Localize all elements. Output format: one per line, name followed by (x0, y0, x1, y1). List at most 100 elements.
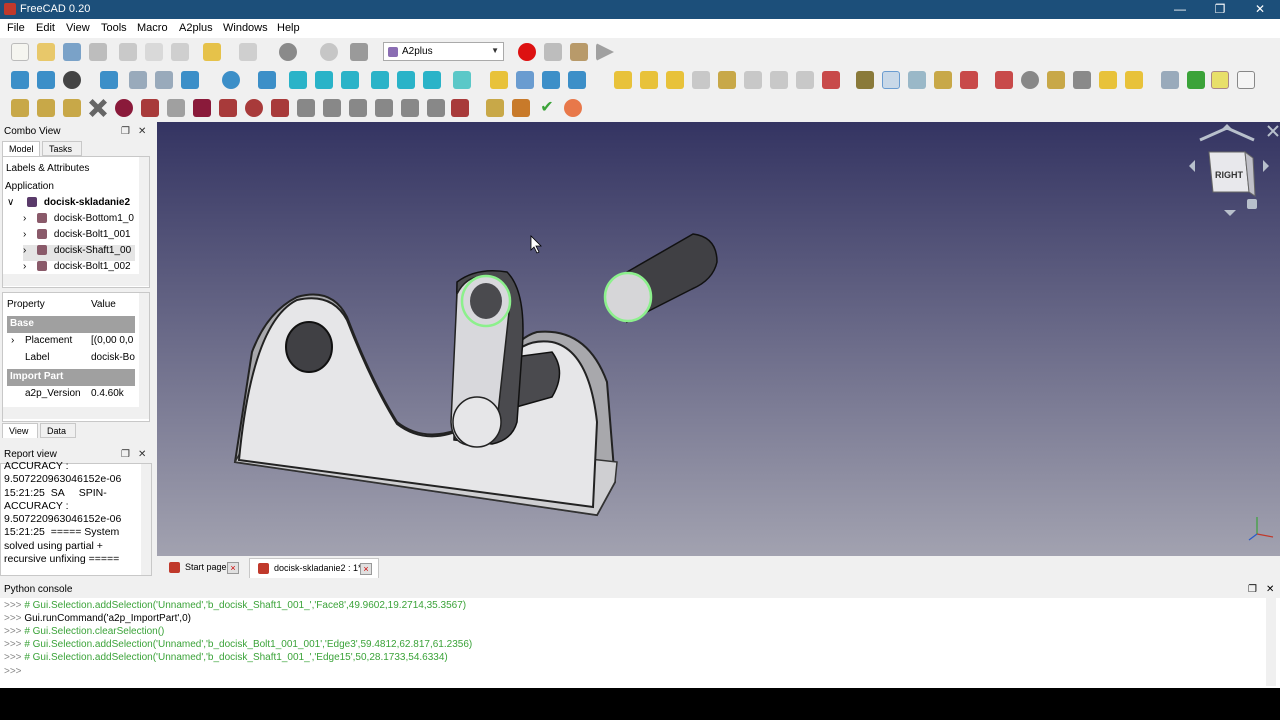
fit-all-icon[interactable] (11, 71, 29, 89)
parts-info-icon[interactable] (1211, 71, 1229, 89)
a2p-move-part-icon[interactable] (744, 71, 762, 89)
property-horizontal-scrollbar[interactable] (3, 407, 149, 419)
float-panel-icon[interactable]: ❐ (121, 126, 130, 137)
property-vertical-scrollbar[interactable] (139, 293, 149, 407)
macro-record-icon[interactable] (518, 43, 536, 61)
property-value[interactable]: 0.4.60k (91, 388, 135, 399)
close-button[interactable]: ✕ (1240, 0, 1280, 19)
chevron-down-icon[interactable]: ∨ (7, 197, 14, 208)
a2p-update-parts-icon[interactable] (640, 71, 658, 89)
save-icon[interactable] (63, 43, 81, 61)
draw-style-icon[interactable] (63, 71, 81, 89)
copy-icon[interactable] (145, 43, 163, 61)
zoom-icon[interactable] (222, 71, 240, 89)
3d-viewport[interactable]: RIGHT (157, 122, 1280, 556)
macro-run-icon[interactable] (596, 43, 614, 61)
forward-arrow-icon[interactable] (155, 71, 173, 89)
solver-icon[interactable] (486, 99, 504, 117)
menu-view[interactable]: View (66, 22, 90, 34)
view-bottom-icon[interactable] (397, 71, 415, 89)
a2p-tree-icon[interactable] (1161, 71, 1179, 89)
property-value[interactable]: [(0,00 0,0 (91, 335, 135, 346)
menu-a2plus[interactable]: A2plus (179, 22, 213, 34)
plane-angle-icon[interactable] (451, 99, 469, 117)
view-rear-icon[interactable] (371, 71, 389, 89)
console-input-line[interactable]: >>> (4, 666, 22, 677)
a2p-label-icon[interactable] (1099, 71, 1117, 89)
add-part-icon[interactable] (490, 71, 508, 89)
navcube-menu-icon[interactable] (1247, 199, 1257, 209)
point-on-plane-icon[interactable] (63, 99, 81, 117)
plane-parallel-icon[interactable] (297, 99, 315, 117)
property-row-label[interactable]: Label docisk-Bo (7, 350, 135, 367)
navcube-left-arrow-icon[interactable] (1189, 160, 1195, 172)
axis-coincident-icon[interactable] (167, 99, 185, 117)
a2p-transparency-icon[interactable] (1073, 71, 1091, 89)
menu-windows[interactable]: Windows (223, 22, 268, 34)
close-tab-icon[interactable]: × (227, 562, 239, 574)
a2p-shape-icon[interactable] (1125, 71, 1143, 89)
a2p-move-icon[interactable] (796, 71, 814, 89)
planes-coincident-icon[interactable] (349, 99, 367, 117)
refresh-check-icon[interactable] (279, 43, 297, 61)
a2p-edit-part-icon[interactable] (718, 71, 736, 89)
point-identity-icon[interactable] (11, 99, 29, 117)
plane-distance-icon[interactable] (427, 99, 445, 117)
paste-icon[interactable] (171, 43, 189, 61)
a2p-isolate-icon[interactable] (1047, 71, 1065, 89)
reset-parts-icon[interactable] (564, 99, 582, 117)
import-link-icon[interactable] (568, 71, 586, 89)
tab-tasks[interactable]: Tasks (42, 141, 82, 156)
shaft-end-face-selected[interactable] (603, 271, 653, 323)
measure-distance-icon[interactable] (453, 71, 471, 89)
close-panel-icon[interactable]: ✕ (138, 126, 146, 137)
a2p-duplicate-icon[interactable] (666, 71, 684, 89)
delete-constraint-icon[interactable] (89, 99, 107, 117)
view-right-icon[interactable] (341, 71, 359, 89)
chevron-right-icon[interactable]: › (23, 245, 26, 256)
property-value[interactable]: docisk-Bo (91, 352, 135, 363)
close-panel-icon[interactable]: ✕ (1266, 584, 1274, 595)
tree-item[interactable]: › docisk-Bolt1_001 (23, 229, 135, 245)
chevron-right-icon[interactable]: › (23, 213, 26, 224)
navcube-right-arrow-icon[interactable] (1263, 160, 1269, 172)
axis-plane-parallel-icon[interactable] (245, 99, 263, 117)
tree-item[interactable]: › docisk-Bolt1_002 (23, 261, 135, 273)
parts-list-icon[interactable] (1237, 71, 1255, 89)
console-vertical-scrollbar[interactable] (1266, 598, 1276, 686)
view-front-icon[interactable] (289, 71, 307, 89)
menu-edit[interactable]: Edit (36, 22, 55, 34)
angled-planes-icon[interactable] (323, 99, 341, 117)
a2p-delete-icon[interactable] (822, 71, 840, 89)
property-group-import-part[interactable]: Import Part (7, 369, 135, 386)
tab-view[interactable]: View (2, 423, 38, 438)
tree-vertical-scrollbar[interactable] (139, 157, 149, 274)
axial-alignment-icon[interactable] (193, 99, 211, 117)
tab-data[interactable]: Data (40, 423, 76, 438)
a2p-bom-icon[interactable] (995, 71, 1013, 89)
menu-macro[interactable]: Macro (137, 22, 168, 34)
tree-item[interactable]: › docisk-Bottom1_0 (23, 213, 135, 229)
a2p-flip-icon[interactable] (908, 71, 926, 89)
update-imported-parts-icon[interactable] (512, 99, 530, 117)
a2p-autosolve-icon[interactable] (882, 71, 900, 89)
workbench-selector[interactable]: A2plus ▼ (383, 42, 504, 61)
whats-this-icon[interactable] (350, 43, 368, 61)
view-left-icon[interactable] (423, 71, 441, 89)
undo-icon[interactable] (203, 43, 221, 61)
a2p-constraint-viewer-icon[interactable] (934, 71, 952, 89)
open-folder-icon[interactable] (37, 43, 55, 61)
property-row-placement[interactable]: › Placement [(0,00 0,0 (7, 333, 135, 350)
macro-edit-icon[interactable] (570, 43, 588, 61)
tab-model[interactable]: Model (2, 141, 40, 156)
tree-document[interactable]: ∨ docisk-skladanie2 (7, 197, 137, 213)
checkmark-icon[interactable]: ✔ (538, 99, 556, 117)
axis-parallel-icon[interactable] (219, 99, 237, 117)
axis-plane-normal-icon[interactable] (271, 99, 289, 117)
minimize-button[interactable]: — (1160, 0, 1200, 19)
cut-icon[interactable] (119, 43, 137, 61)
a2p-convert-part-icon[interactable] (692, 71, 710, 89)
tree-item-selected[interactable]: › docisk-Shaft1_00 (23, 245, 135, 261)
view-top-icon[interactable] (315, 71, 333, 89)
close-tab-icon[interactable]: × (360, 563, 372, 575)
